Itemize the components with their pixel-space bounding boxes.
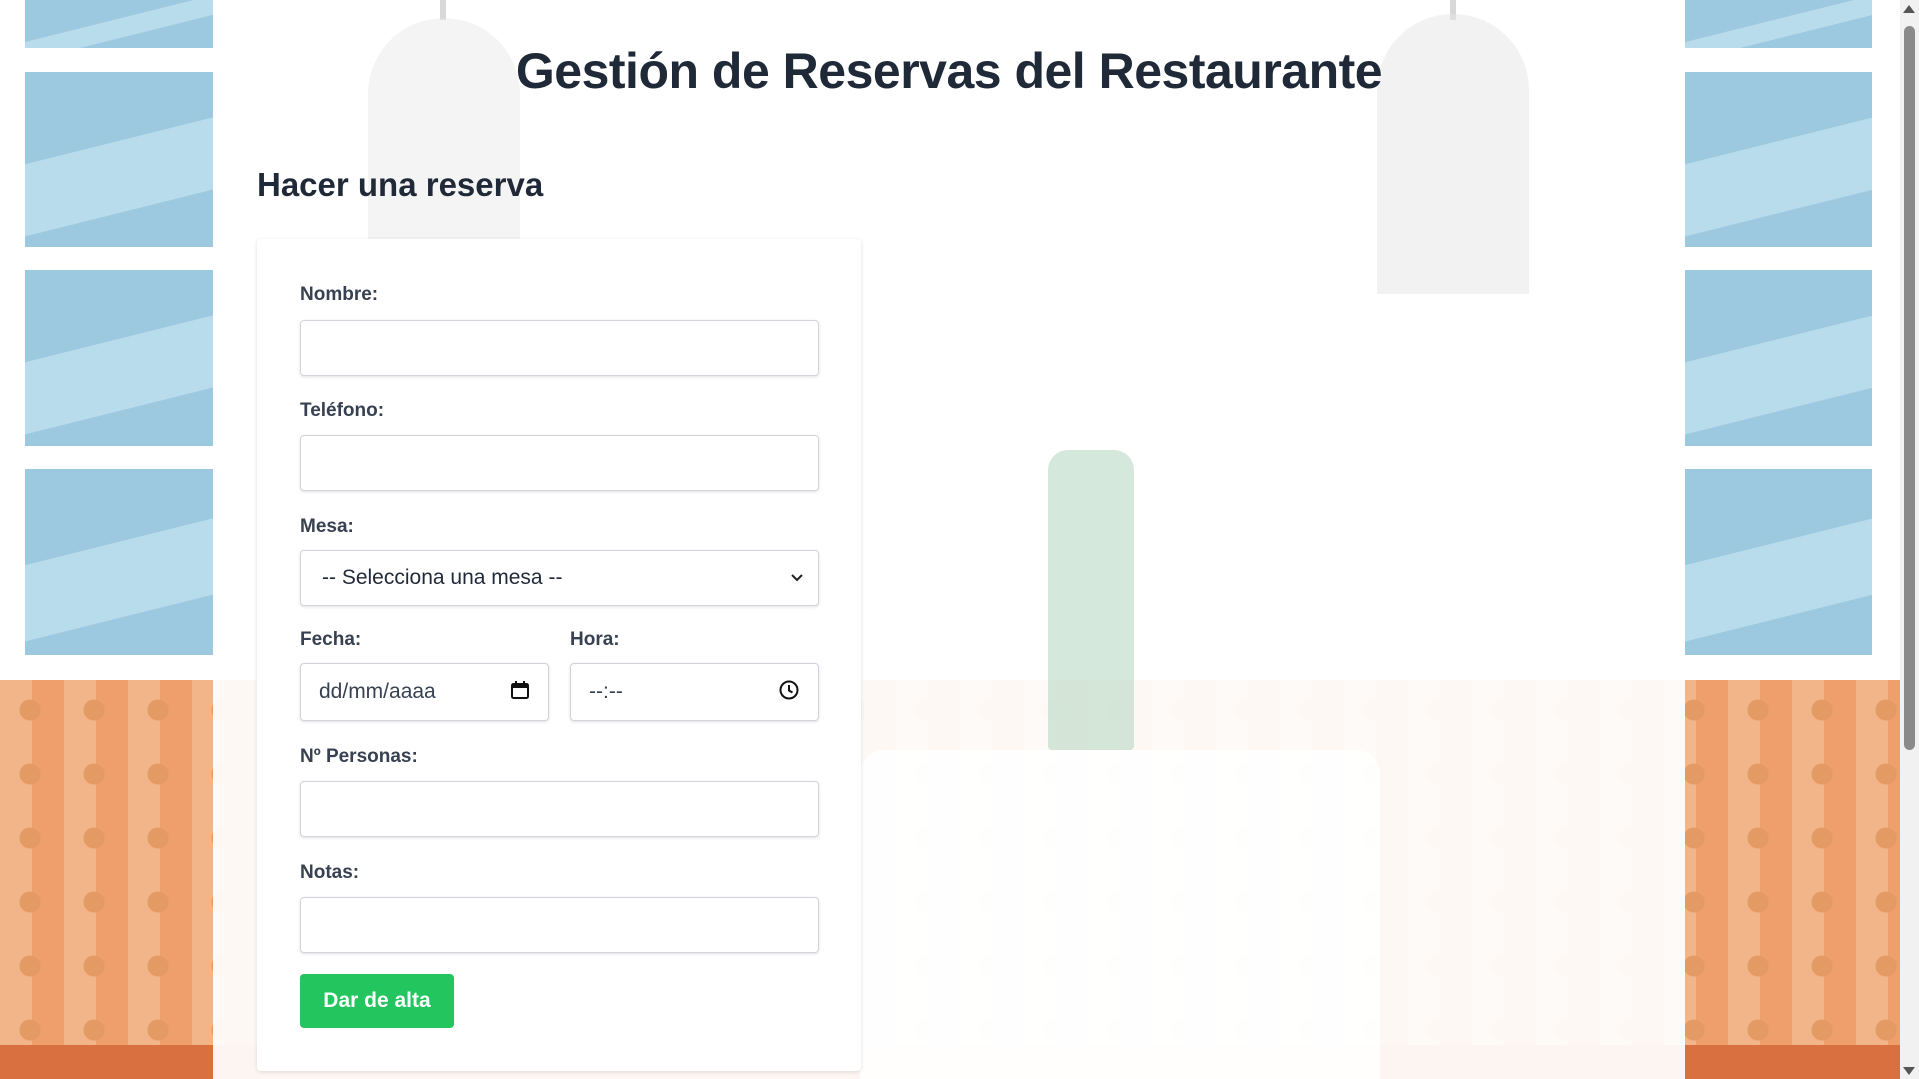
dar-de-alta-button[interactable]: Dar de alta xyxy=(300,974,454,1028)
scroll-up-arrow-icon[interactable] xyxy=(1903,5,1915,13)
mesa-selected-value: -- Selecciona una mesa -- xyxy=(322,566,563,589)
telefono-label: Teléfono: xyxy=(300,400,385,421)
hora-placeholder: --:-- xyxy=(589,680,623,703)
mesa-select[interactable]: -- Selecciona una mesa -- xyxy=(300,550,819,606)
telefono-input[interactable] xyxy=(300,435,819,491)
fecha-label: Fecha: xyxy=(300,629,362,650)
notas-label: Notas: xyxy=(300,862,360,883)
fecha-input[interactable]: dd/mm/aaaa xyxy=(300,663,549,721)
hora-input[interactable]: --:-- xyxy=(570,663,819,721)
personas-label: Nº Personas: xyxy=(300,746,418,767)
hora-label: Hora: xyxy=(570,629,620,650)
table-illustration xyxy=(860,750,1380,1079)
section-title: Hacer una reserva xyxy=(257,166,544,203)
page-title: Gestión de Reservas del Restaurante xyxy=(515,43,1383,99)
chevron-down-icon xyxy=(790,569,804,588)
calendar-icon[interactable] xyxy=(510,680,530,704)
nombre-label: Nombre: xyxy=(300,284,379,305)
vertical-scrollbar[interactable] xyxy=(1900,0,1919,1079)
bottle-illustration xyxy=(1048,450,1134,750)
clock-icon[interactable] xyxy=(778,679,800,705)
scrollbar-thumb[interactable] xyxy=(1904,26,1915,750)
scroll-down-arrow-icon[interactable] xyxy=(1903,1067,1915,1075)
notas-input[interactable] xyxy=(300,897,819,953)
fecha-placeholder: dd/mm/aaaa xyxy=(319,680,436,703)
mesa-label: Mesa: xyxy=(300,516,354,537)
personas-input[interactable] xyxy=(300,781,819,837)
nombre-input[interactable] xyxy=(300,320,819,376)
